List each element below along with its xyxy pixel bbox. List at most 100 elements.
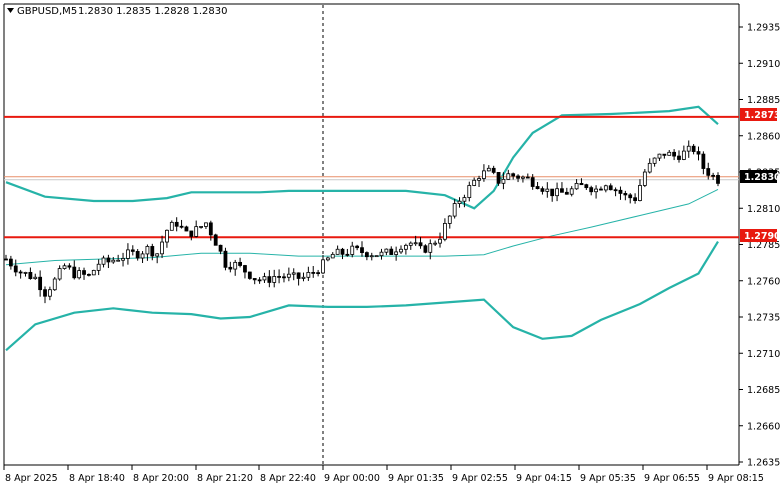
candle-body-bear [496,172,501,184]
candle-body-bear [18,271,23,274]
x-tick-label: 8 Apr 22:40 [260,473,316,484]
symbol-label: GBPUSD,M5 [17,6,77,17]
candle-body-bull [52,278,57,291]
candle-body-bear [701,153,706,169]
candle-body-bear [296,272,301,279]
candle-body-bear [560,188,564,193]
candle-body-bear [599,188,603,191]
y-tick-label: 1.2810 [747,204,780,215]
candle-body-bull [272,276,277,283]
candle-body-bear [4,258,8,261]
candle-body-bull [399,248,403,253]
candle[interactable] [184,225,189,232]
candle-body-bear [243,265,247,273]
candle-body-bull [545,188,550,192]
candle-body-bear [223,250,228,268]
x-tick-label: 8 Apr 2025 [5,473,58,484]
candle-body-bear [564,191,569,195]
candle-body-bear [535,186,540,190]
candle-body-bull [638,185,642,201]
candle-body-bear [525,176,530,179]
candle-body-bull [413,242,418,245]
candle-body-bear [247,271,252,279]
candle-body-bear [540,188,545,192]
candle-body-bull [121,258,125,261]
candle-body-bull [350,245,355,255]
candle-body-bull [443,223,447,240]
candle-body-bull [374,255,379,258]
candle[interactable] [223,247,228,271]
candle-body-bear [706,168,711,176]
x-tick-label: 9 Apr 01:35 [388,473,444,484]
candle-body-bull [428,243,433,253]
candle-body-bear [174,221,179,227]
candle-body-bear [530,177,535,187]
price-chart[interactable]: GBPUSD,M5 1.2830 1.2835 1.2828 1.2830 1.… [0,0,781,489]
candle-body-bear [516,175,520,179]
candle-body-bull [140,253,145,259]
candle-body-bull [262,276,267,281]
candle-body-bear [579,182,584,186]
candle-body-bull [438,238,442,244]
candle[interactable] [642,168,647,188]
candle[interactable] [52,276,57,291]
y-tick-label: 1.2860 [747,131,780,142]
x-tick-label: 9 Apr 02:55 [452,473,508,484]
candle-body-bear [691,145,696,152]
candle-body-bull [47,289,52,297]
candle-body-bear [662,153,667,156]
x-tick-label: 9 Apr 08:15 [708,473,764,484]
candle-body-bull [457,200,462,204]
candle-body-bull [204,222,208,227]
candle-body-bull [681,150,686,160]
candle[interactable] [423,244,428,254]
candle-body-bull [501,178,506,184]
y-tick-label: 1.2685 [747,385,780,396]
candle[interactable] [91,269,96,276]
candle-body-bear [43,289,47,297]
candle-body-bear [716,175,720,184]
candle-body-bear [189,230,194,237]
candle[interactable] [374,255,379,258]
candle-body-bull [467,185,472,198]
candle-body-bear [208,222,213,236]
candle-body-bear [418,242,423,247]
candle-body-bull [301,276,306,279]
candle-body-bull [657,153,662,159]
candle-body-bull [569,188,574,195]
candle-body-bull [116,259,121,262]
candle-body-bull [472,179,477,186]
candle-body-bull [335,248,340,255]
candle-body-bear [67,265,72,268]
candle-body-bear [252,278,257,281]
support-price-tag: 1.2790 [744,231,781,242]
candle-body-bear [423,245,428,253]
candle-body-bull [194,226,199,237]
candle[interactable] [213,233,218,246]
candle-body-bull [506,173,511,180]
candle-body-bull [667,151,672,156]
candle-body-bear [106,257,111,263]
candle-body-bear [677,155,681,160]
ohlc-values: 1.2830 1.2835 1.2828 1.2830 [78,6,228,17]
candle[interactable] [247,271,252,280]
candle-body-bear [316,272,321,275]
candle-body-bear [277,276,281,278]
candle-body-bull [325,257,330,261]
candle-body-bull [291,272,296,275]
candle-body-bear [608,185,613,191]
candle-body-bear [711,174,716,177]
candle-body-bear [389,248,394,255]
candle-body-bull [233,261,238,270]
candle-body-bull [486,167,491,172]
candle-body-bull [652,157,657,164]
candle-body-bull [101,257,106,265]
candle-body-bull [379,251,384,257]
candle-body-bear [633,197,637,201]
candle-body-bear [550,188,555,197]
candle-body-bull [306,272,311,278]
candle-body-bear [28,271,33,280]
candle-body-bull [321,259,325,274]
candle-body-bull [647,162,652,173]
x-tick-label: 9 Apr 06:55 [644,473,700,484]
